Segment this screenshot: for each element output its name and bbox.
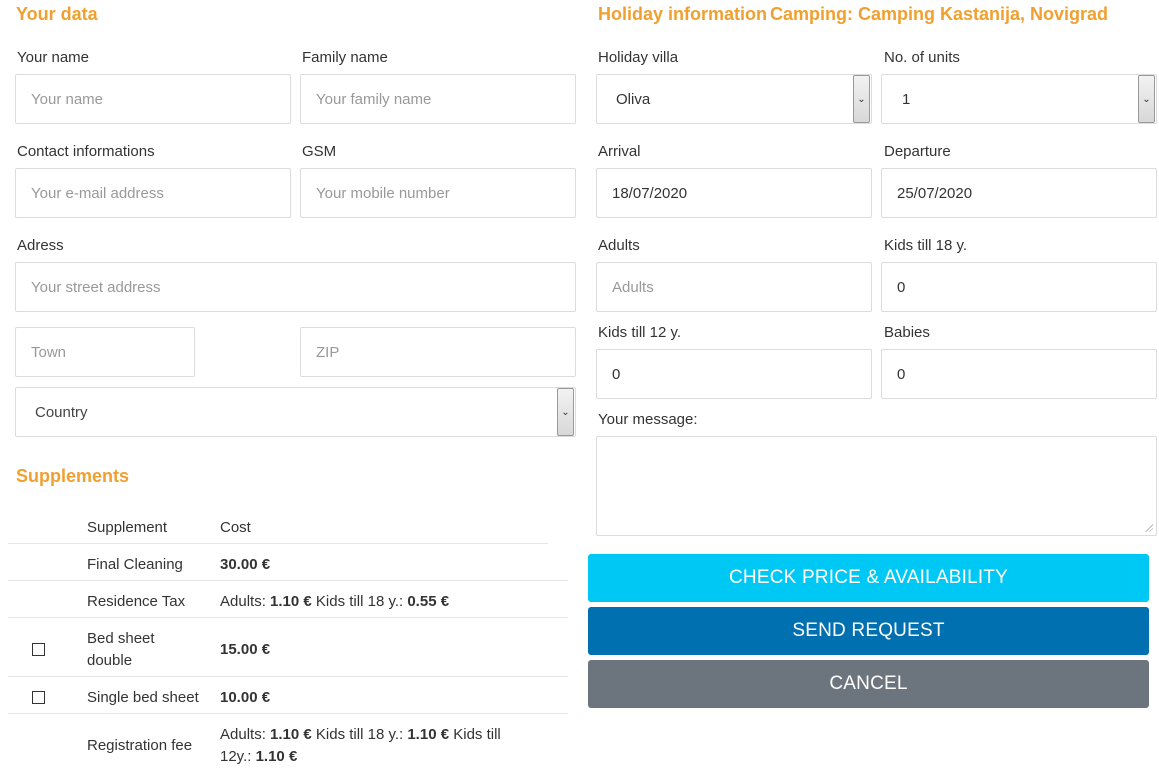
country-select[interactable]: Country ⌄ [15,387,576,437]
town-input[interactable]: Town [15,327,195,377]
supplements-title: Supplements [16,466,130,486]
single-bed-sheet-checkbox[interactable] [32,691,45,704]
address-label: Adress [17,237,64,254]
bed-sheet-double-checkbox[interactable] [32,643,45,656]
cost-header: Cost [220,519,251,536]
units-select[interactable]: 1 ⌄ [881,74,1157,124]
table-row-bed-sheet-double-name: Bed sheet double [87,630,155,669]
family-name-input[interactable]: Your family name [300,74,576,124]
table-row-final-cleaning-name: Final Cleaning [87,556,183,573]
table-row-single-bed-sheet-cost: 10.00 € [220,689,271,706]
units-value: 1 [902,90,911,108]
table-row-residence-tax-name: Residence Tax [87,593,186,610]
contact-label: Contact informations [17,143,155,160]
adults-input[interactable]: Adults [596,262,872,312]
kids18-input[interactable]: 0 [881,262,1157,312]
chevron-down-icon[interactable]: ⌄ [1138,75,1155,123]
table-divider [8,543,548,544]
departure-label: Departure [884,143,951,160]
units-label: No. of units [884,49,960,66]
table-row-registration-fee-cost: Adults: 1.10 € Kids till 18 y.: 1.10 € K… [220,726,501,765]
message-textarea[interactable] [596,436,1157,536]
table-divider [8,713,568,714]
address-input[interactable]: Your street address [15,262,576,312]
message-label: Your message: [598,411,698,428]
adults-label: Adults [598,237,640,254]
departure-input[interactable]: 25/07/2020 [881,168,1157,218]
table-divider [8,580,568,581]
arrival-label: Arrival [598,143,641,160]
holiday-info-title: Holiday information [598,4,768,24]
your-name-input[interactable]: Your name [15,74,291,124]
table-row-residence-tax-cost: Adults: 1.10 € Kids till 18 y.: 0.55 € [220,593,450,610]
table-row-final-cleaning-cost: 30.00 € [220,556,271,573]
chevron-down-icon[interactable]: ⌄ [853,75,870,123]
holiday-villa-label: Holiday villa [598,49,679,66]
supplement-header: Supplement [87,519,168,536]
your-name-label: Your name [17,49,89,66]
cancel-button[interactable]: CANCEL [588,660,1149,708]
resize-handle-icon[interactable] [1145,524,1153,532]
babies-input[interactable]: 0 [881,349,1157,399]
your-data-title: Your data [16,4,98,24]
camping-name: Camping: Camping Kastanija, Novigrad [770,4,1109,24]
table-row-single-bed-sheet-name: Single bed sheet [87,689,199,706]
send-request-button[interactable]: SEND REQUEST [588,607,1149,655]
holiday-villa-select[interactable]: Oliva ⌄ [596,74,872,124]
email-input[interactable]: Your e-mail address [15,168,291,218]
zip-input[interactable]: ZIP [300,327,576,377]
kids12-input[interactable]: 0 [596,349,872,399]
table-divider [8,617,568,618]
chevron-down-icon[interactable]: ⌄ [557,388,574,436]
family-name-label: Family name [302,49,388,66]
table-row-bed-sheet-double-cost: 15.00 € [220,641,271,658]
gsm-label: GSM [302,143,337,160]
gsm-input[interactable]: Your mobile number [300,168,576,218]
table-row-registration-fee-name: Registration fee [87,737,193,754]
kids12-label: Kids till 12 y. [598,324,682,341]
kids18-label: Kids till 18 y. [884,237,968,254]
babies-label: Babies [884,324,930,341]
country-select-value: Country [35,403,88,421]
holiday-villa-value: Oliva [616,90,651,108]
table-divider [8,676,568,677]
check-price-button[interactable]: CHECK PRICE & AVAILABILITY [588,554,1149,602]
arrival-input[interactable]: 18/07/2020 [596,168,872,218]
